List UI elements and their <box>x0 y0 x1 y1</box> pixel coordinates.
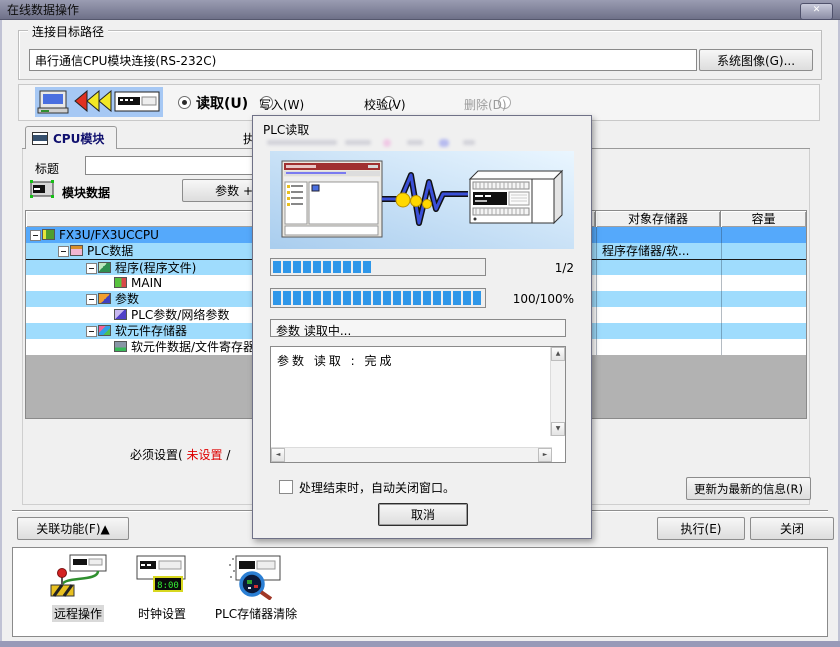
file-progress-label: 1/2 <box>483 261 574 275</box>
scroll-down-icon[interactable] <box>551 422 565 436</box>
plc-network-parameter-icon <box>114 309 127 320</box>
column-header[interactable]: 对象存储器 <box>596 211 721 227</box>
window-title: 在线数据操作 <box>7 1 79 18</box>
file-progress-bar <box>270 258 486 276</box>
transfer-illustration <box>270 151 574 249</box>
cancel-button[interactable]: 取消 <box>378 503 468 526</box>
target-memory-cell: 程序存储器/软... <box>602 243 690 259</box>
grid-line <box>721 227 722 355</box>
total-progress-bar <box>270 288 486 308</box>
window-titlebar: 在线数据操作 <box>0 0 840 20</box>
window-edge <box>0 20 2 643</box>
collapse-icon[interactable] <box>86 263 97 274</box>
horizontal-scrollbar[interactable] <box>271 447 552 462</box>
collapse-icon[interactable] <box>86 294 97 305</box>
device-memory-icon <box>98 325 111 336</box>
required-unset: 未设置 <box>187 448 223 462</box>
collapse-icon[interactable] <box>86 326 97 337</box>
column-header[interactable]: 容量 <box>721 211 806 227</box>
vertical-scrollbar[interactable] <box>550 347 565 436</box>
clock-setting-item[interactable]: 8:00 时钟设置 <box>117 552 207 622</box>
watermark <box>267 138 497 148</box>
connection-group-label: 连接目标路径 <box>28 23 108 40</box>
program-icon <box>98 262 111 273</box>
title-field-label: 标题 <box>35 160 59 177</box>
scroll-right-icon[interactable] <box>538 448 552 462</box>
dialog-title: PLC读取 <box>263 121 309 138</box>
radio-read[interactable] <box>178 96 191 109</box>
auto-close-label[interactable]: 处理结束时，自动关闭窗口。 <box>299 479 455 496</box>
remote-operation-item[interactable]: 远程操作 <box>33 552 123 622</box>
related-functions-button[interactable]: 关联功能(F)▲ <box>17 517 129 540</box>
window-close-icon[interactable] <box>800 3 833 20</box>
radio-write-label[interactable]: 写入(W) <box>259 96 304 113</box>
log-box[interactable]: 参数 读取 : 完成 <box>270 346 566 463</box>
total-progress-label: 100/100% <box>483 292 574 306</box>
auto-close-checkbox[interactable] <box>279 480 293 494</box>
plc-memory-clear-icon <box>224 552 288 600</box>
plc-memory-clear-item[interactable]: PLC存储器清除 <box>201 552 311 622</box>
tab-cpu-module[interactable]: CPU模块 <box>25 126 117 149</box>
collapse-icon[interactable] <box>30 230 41 241</box>
plc-read-dialog: PLC读取 <box>252 115 592 539</box>
module-data-label: 模块数据 <box>62 184 110 201</box>
connection-groupbox: 连接目标路径 串行通信CPU模块连接(RS-232C) 系统图像(G)... <box>18 30 822 80</box>
program-file-icon <box>114 277 127 288</box>
required-note: 必须设置( 未设置 / <box>130 446 230 463</box>
related-functions-panel: 远程操作 8:00 时钟设置 <box>12 547 828 637</box>
status-field: 参数 读取中... <box>270 319 566 337</box>
log-text: 参数 读取 : 完成 <box>277 352 395 369</box>
system-image-button[interactable]: 系统图像(G)... <box>699 49 813 71</box>
collapse-icon[interactable] <box>58 246 69 257</box>
module-data-icon <box>30 180 54 198</box>
connection-path-field[interactable]: 串行通信CPU模块连接(RS-232C) <box>29 49 697 71</box>
online-data-operation-window: 在线数据操作 连接目标路径 串行通信CPU模块连接(RS-232C) 系统图像(… <box>0 0 840 647</box>
plc-module-icon <box>42 229 55 240</box>
clock-setting-label[interactable]: 时钟设置 <box>117 605 207 622</box>
execute-button[interactable]: 执行(E) <box>657 517 745 540</box>
plc-memory-clear-label[interactable]: PLC存储器清除 <box>201 605 311 622</box>
parameter-icon <box>98 293 111 304</box>
svg-text:8:00: 8:00 <box>157 581 179 591</box>
clock-setting-icon: 8:00 <box>132 552 192 600</box>
remote-operation-icon <box>48 552 108 600</box>
radio-verify-label[interactable]: 校验(V) <box>364 96 406 113</box>
cpu-module-icon <box>32 132 48 145</box>
close-button[interactable]: 关闭 <box>750 517 834 540</box>
read-direction-icon <box>35 87 163 117</box>
plc-data-icon <box>70 245 83 256</box>
refresh-button[interactable]: 更新为最新的信息(R) <box>686 477 811 500</box>
grid-line <box>596 227 597 355</box>
radio-delete-label: 删除(D) <box>464 96 507 113</box>
remote-operation-label[interactable]: 远程操作 <box>52 605 104 622</box>
window-edge <box>0 641 840 647</box>
scroll-up-icon[interactable] <box>551 347 565 361</box>
radio-read-label[interactable]: 读取(U) <box>196 93 248 113</box>
device-data-icon <box>114 341 127 352</box>
scroll-left-icon[interactable] <box>271 448 285 462</box>
